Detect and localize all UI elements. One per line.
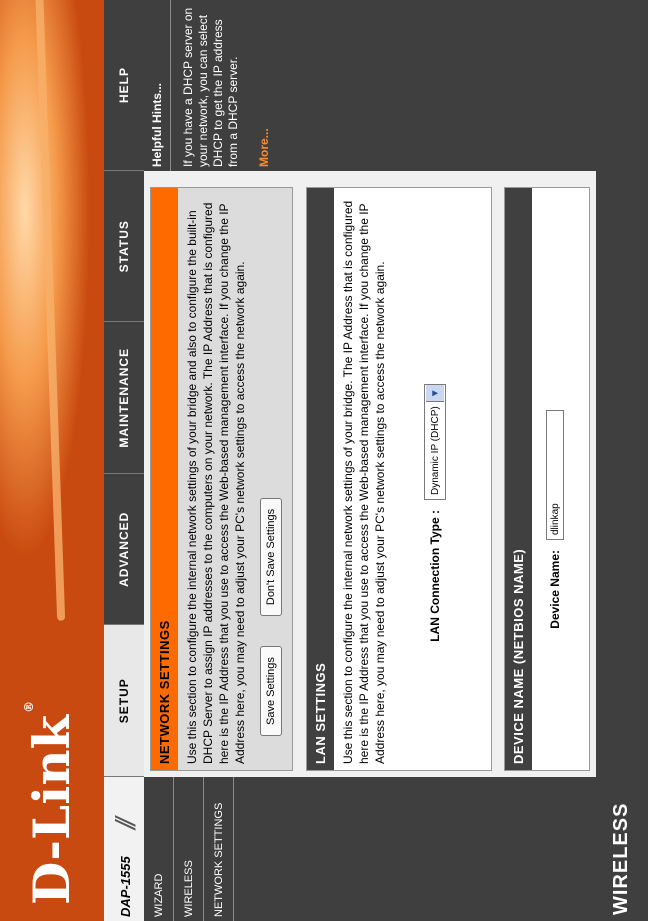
header-banner: D-Link® — [0, 0, 104, 921]
logo-trademark: ® — [22, 700, 36, 713]
help-more-link[interactable]: More... — [251, 0, 277, 171]
sidebar-item-network-settings[interactable]: NETWORK SETTINGS — [204, 777, 234, 921]
network-settings-section: NETWORK SETTINGS Use this section to con… — [150, 187, 293, 771]
lan-settings-title: LAN SETTINGS — [307, 188, 334, 770]
network-settings-buttons: Save Settings Don't Save Settings — [254, 188, 292, 770]
rotated-ui: D-Link® DAP-1555 // SETUP ADVANCED MAINT… — [0, 0, 648, 921]
lan-connection-type-select[interactable]: Dynamic IP (DHCP) ▼ — [424, 384, 446, 500]
device-name-label: Device Name: — [548, 550, 562, 629]
lan-connection-type-value: Dynamic IP (DHCP) — [429, 406, 441, 495]
top-tabs: SETUP ADVANCED MAINTENANCE STATUS HELP — [104, 0, 144, 777]
lan-connection-type-label: LAN Connection Type : — [428, 510, 442, 642]
tab-advanced[interactable]: ADVANCED — [104, 474, 144, 626]
lan-settings-section: LAN SETTINGS Use this section to configu… — [306, 187, 492, 771]
dont-save-settings-button[interactable]: Don't Save Settings — [260, 497, 282, 617]
footer-bar: WIRELESS — [596, 0, 648, 921]
main-content: NETWORK SETTINGS Use this section to con… — [144, 171, 596, 777]
footer-wireless-label: WIRELESS — [610, 802, 632, 915]
tab-maintenance[interactable]: MAINTENANCE — [104, 322, 144, 474]
dlink-logo: D-Link® — [22, 701, 81, 905]
lan-settings-description: Use this section to configure the intern… — [341, 200, 387, 764]
tab-help[interactable]: HELP — [104, 0, 144, 171]
chevron-down-icon[interactable]: ▼ — [426, 385, 444, 403]
sidebar: WIZARD WIRELESS NETWORK SETTINGS — [144, 777, 596, 921]
network-settings-description: Use this section to configure the intern… — [185, 202, 247, 764]
lan-connection-row: LAN Connection Type : Dynamic IP (DHCP) … — [424, 188, 446, 770]
model-slash-decoration: // — [110, 821, 141, 829]
model-name: DAP-1555 — [118, 856, 133, 917]
tab-setup[interactable]: SETUP — [104, 625, 144, 777]
device-name-row: Device Name: — [546, 188, 564, 770]
save-settings-button[interactable]: Save Settings — [260, 646, 282, 736]
sidebar-item-wizard[interactable]: WIZARD — [144, 777, 174, 921]
help-panel: Helpful Hints... If you have a DHCP serv… — [144, 0, 596, 171]
help-text: If you have a DHCP server on your networ… — [181, 7, 240, 167]
sidebar-item-wireless[interactable]: WIRELESS — [174, 777, 204, 921]
device-name-section: DEVICE NAME (NETBIOS NAME) Device Name: — [504, 187, 590, 771]
help-title: Helpful Hints... — [144, 0, 171, 171]
device-name-title: DEVICE NAME (NETBIOS NAME) — [505, 188, 532, 770]
logo-text: D-Link — [22, 714, 81, 905]
tab-status[interactable]: STATUS — [104, 171, 144, 323]
network-settings-title: NETWORK SETTINGS — [151, 188, 178, 770]
device-name-input[interactable] — [546, 410, 564, 540]
model-bar: DAP-1555 // — [104, 777, 145, 921]
